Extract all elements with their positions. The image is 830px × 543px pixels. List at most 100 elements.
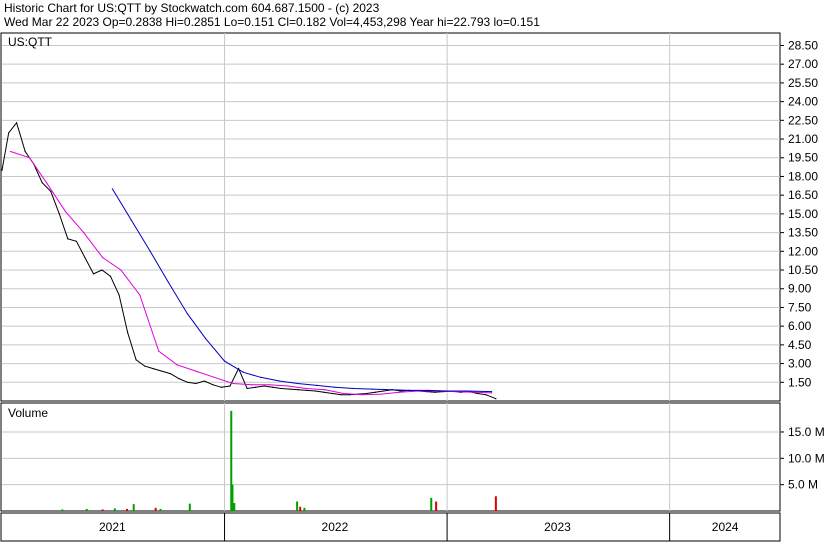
series-price-point (374, 391, 376, 393)
series-ma-long-point (491, 391, 493, 393)
price-tick-label: 15.00 (788, 207, 818, 221)
series-price-point (366, 392, 368, 395)
price-tick-label: 21.00 (788, 132, 818, 146)
series-ma-long-point (409, 389, 411, 391)
series-ma-short-point (158, 350, 160, 352)
volume-tick-label: 5.0 M (788, 478, 818, 492)
price-tick-label: 1.50 (788, 375, 812, 389)
series-ma-short-point (380, 393, 382, 395)
series-ma-long-point (186, 313, 188, 315)
price-chart-title: US:QTT (8, 35, 53, 49)
series-ma-short-point (213, 376, 215, 378)
volume-bar (85, 508, 88, 511)
volume-y-axis: 5.0 M 10.0 M 15.0 M (780, 425, 825, 492)
x-tick-label: 2024 (712, 520, 739, 534)
series-ma-long-point (316, 384, 318, 387)
price-tick-label: 18.00 (788, 169, 818, 183)
series-price-point (75, 240, 77, 242)
series-ma-long-point (446, 390, 448, 392)
series-ma-long-point (465, 390, 467, 392)
series-price-point (135, 359, 137, 361)
series-ma-short-point (324, 389, 326, 391)
series-price-point (212, 384, 214, 386)
series-ma-short-point (102, 256, 104, 259)
price-tick-label: 22.50 (788, 113, 818, 127)
series-price-point (331, 392, 334, 395)
x-tick-label: 2022 (322, 520, 349, 534)
series-price-point (67, 238, 69, 240)
series-ma-short-point (473, 391, 476, 393)
series-price-point (24, 150, 26, 153)
series-ma-short-point (398, 391, 401, 393)
price-y-axis: 1.50 3.00 4.50 6.00 7.50 9.00 10.50 12.00 13.50 1… (780, 38, 818, 389)
series-price-point (16, 122, 18, 124)
series-price-point (255, 386, 257, 388)
series-price-point (272, 386, 274, 388)
volume-panel (0, 402, 781, 512)
volume-bar (101, 509, 104, 511)
volume-bar (154, 507, 157, 511)
stock-chart: 1.50 3.00 4.50 6.00 7.50 9.00 10.50 12.00 13.50 1… (0, 32, 825, 542)
price-tick-label: 12.00 (788, 244, 818, 258)
series-ma-short-point (9, 150, 12, 153)
price-tick-label: 6.00 (788, 319, 812, 333)
series-price-point (229, 385, 231, 387)
series-price-point (127, 331, 129, 333)
price-panel (0, 32, 781, 402)
series-ma-short-point (287, 385, 289, 387)
volume-bar (435, 501, 438, 511)
series-ma-long-point (390, 389, 392, 391)
series-price-point (186, 381, 188, 383)
volume-bar (132, 504, 135, 511)
series-price-point (314, 390, 316, 392)
series-price-point (41, 182, 43, 184)
series-ma-short-point (176, 364, 178, 366)
series-price-point (485, 394, 487, 396)
series-price-point (323, 391, 325, 393)
series-price-point (144, 365, 146, 367)
volume-bar (494, 496, 497, 511)
series-ma-short-point (120, 269, 122, 271)
series-price-point (101, 269, 103, 271)
x-tick-label: 2023 (544, 520, 571, 534)
series-ma-long-point (278, 380, 281, 382)
series-ma-long-point (111, 188, 113, 190)
series-ma-short-point (45, 182, 48, 184)
volume-bar (299, 506, 302, 511)
series-ma-short-point (342, 392, 345, 395)
volume-chart-title: Volume (8, 406, 48, 420)
price-tick-label: 4.50 (788, 338, 812, 352)
price-tick-label: 28.50 (788, 38, 818, 52)
series-ma-long-point (149, 250, 151, 252)
series-ma-long-point (205, 338, 207, 340)
price-tick-label: 9.00 (788, 282, 812, 296)
series-price-point (476, 392, 479, 395)
series-price-point (297, 389, 299, 391)
series-price-point (495, 398, 497, 400)
series-ma-short-point (361, 394, 363, 396)
series-ma-long-point (297, 382, 299, 385)
series-price-point (109, 275, 112, 277)
volume-tick-label: 10.0 M (788, 451, 825, 465)
series-price-point (203, 380, 206, 382)
series-ma-long-point (242, 371, 245, 373)
series-ma-short-point (305, 387, 307, 390)
series-ma-long-point (167, 281, 170, 284)
series-ma-short-point (232, 382, 234, 385)
series-price-point (195, 382, 197, 385)
volume-bar (303, 507, 306, 511)
series-price-point (434, 391, 436, 393)
series-price-point (383, 390, 385, 392)
series-price-point (246, 387, 248, 390)
series-ma-long-point (353, 387, 355, 390)
volume-bar (61, 509, 64, 511)
series-price-point (220, 386, 223, 388)
series-ma-long-point (223, 360, 226, 362)
series-ma-short-point (83, 231, 85, 234)
series-ma-short-point (64, 210, 67, 212)
series-price-point (169, 372, 171, 375)
volume-bar (231, 484, 234, 511)
series-ma-long-point (427, 389, 429, 391)
price-tick-label: 24.00 (788, 95, 818, 109)
series-ma-short-point (268, 384, 270, 386)
